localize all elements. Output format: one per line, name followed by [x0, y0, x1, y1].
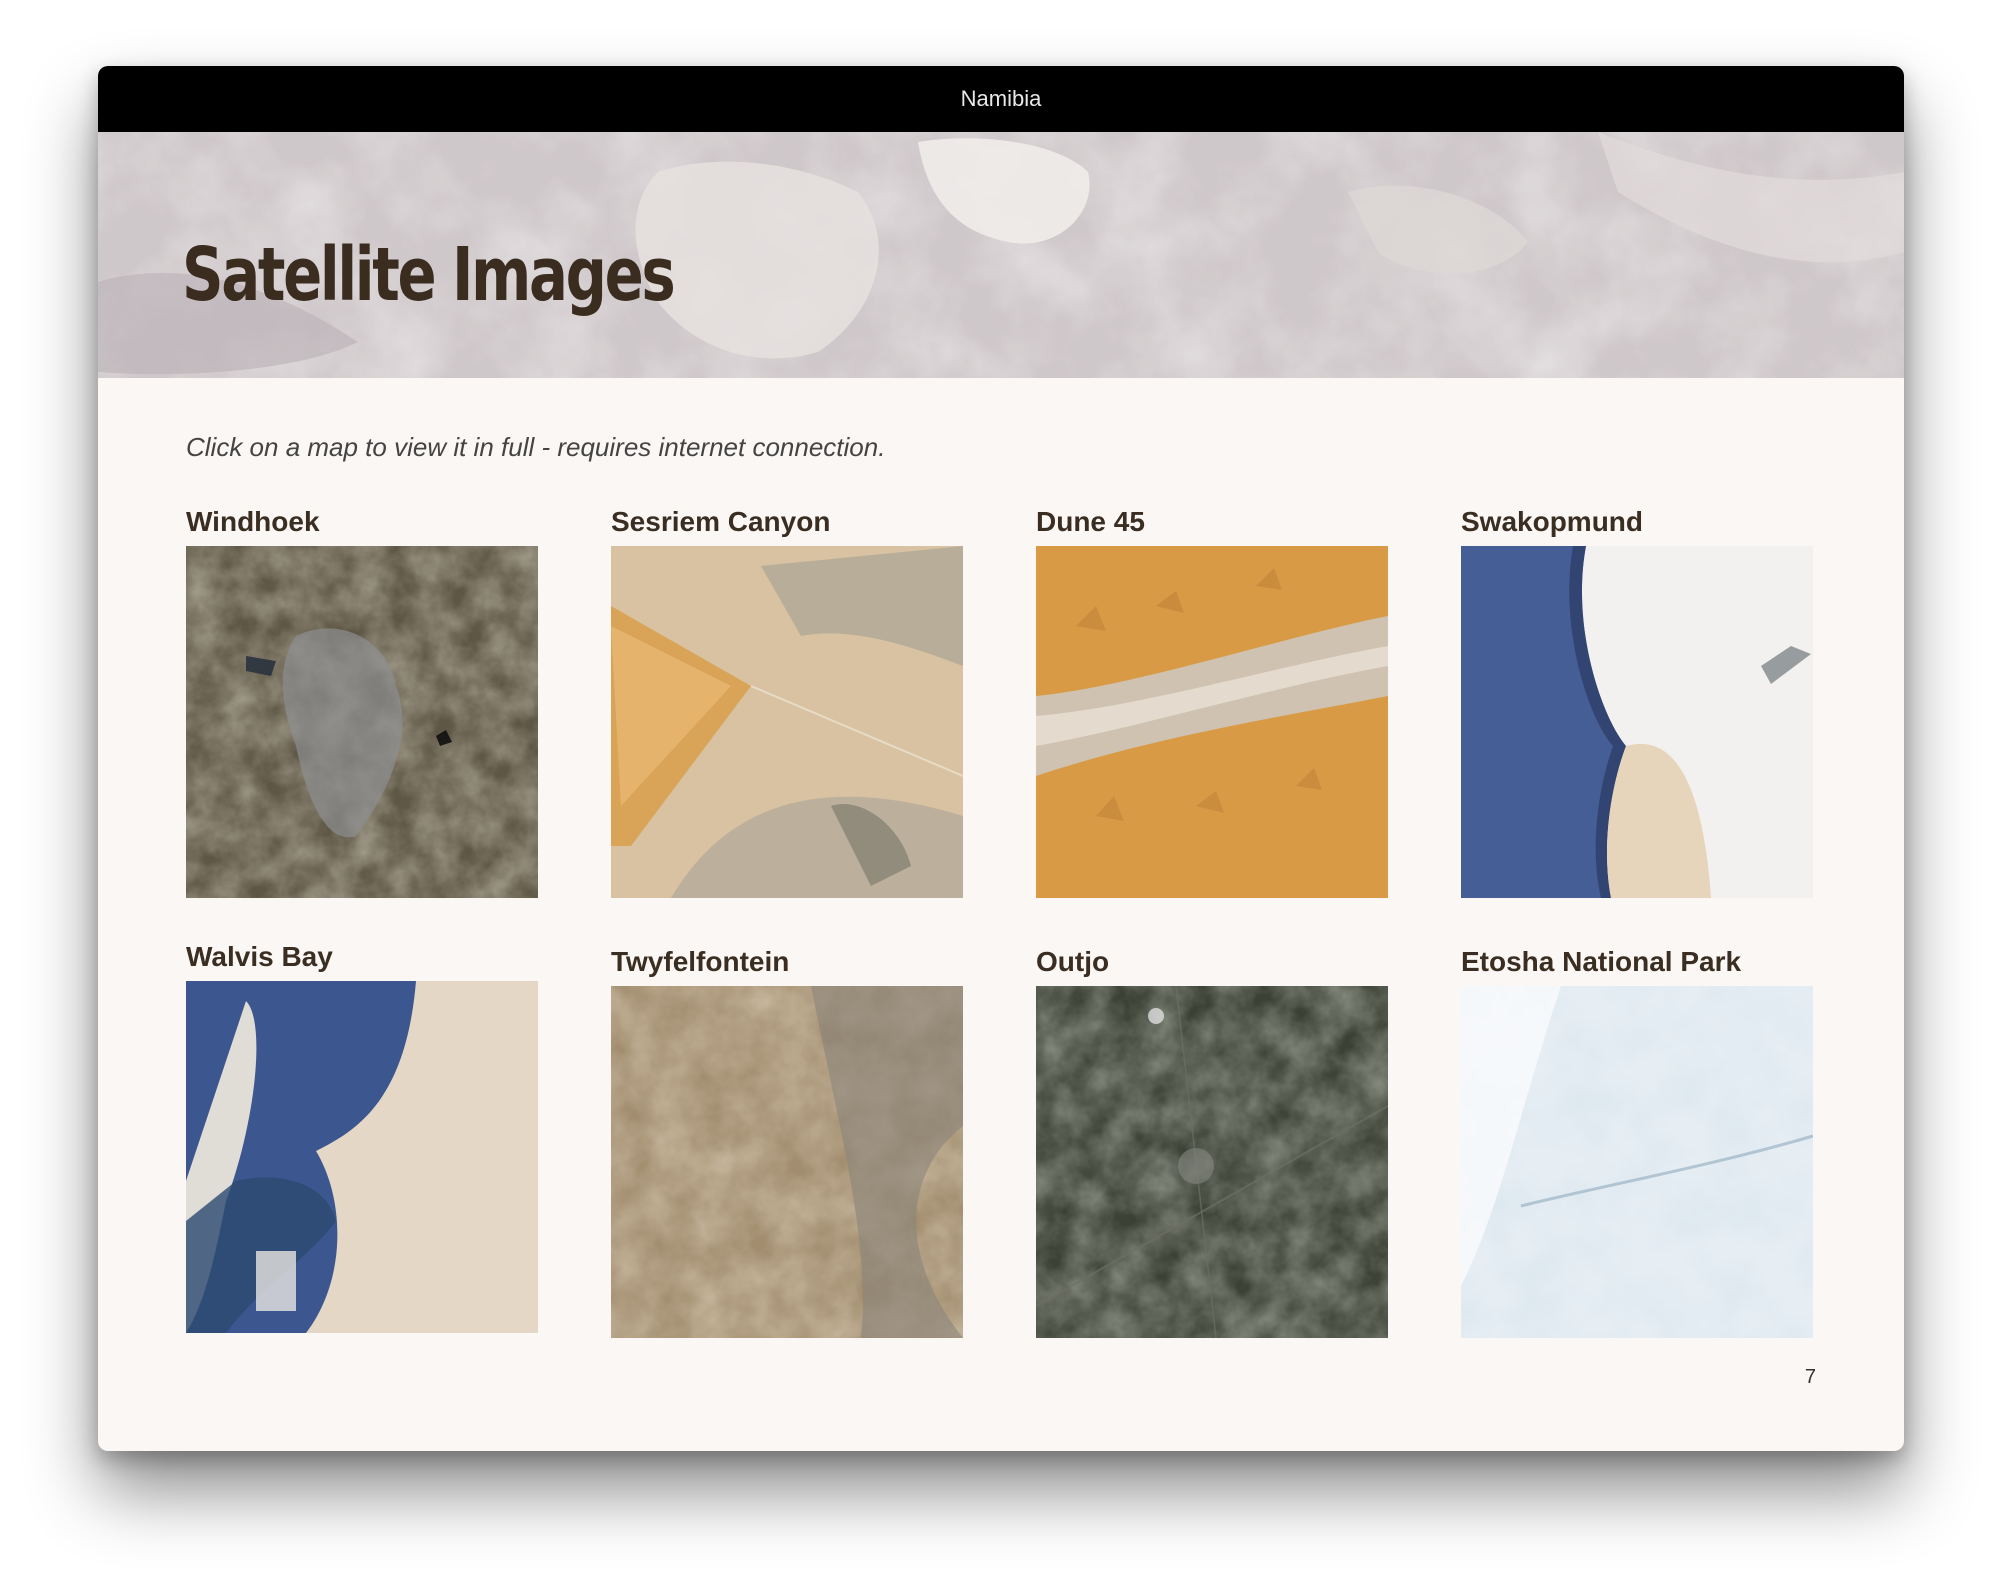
satellite-map-twyfelfontein[interactable]: [611, 986, 963, 1338]
page-number: 7: [1804, 1366, 1816, 1388]
satellite-map-sesriem-canyon[interactable]: [611, 546, 963, 898]
map-tile-etosha-national-park[interactable]: Etosha National Park: [1461, 946, 1813, 1338]
map-label: Etosha National Park: [1461, 946, 1742, 977]
map-label: Sesriem Canyon: [611, 506, 831, 537]
map-label: Dune 45: [1036, 506, 1145, 537]
map-label: Walvis Bay: [186, 941, 333, 972]
instructions-text: Click on a map to view it in full - requ…: [186, 432, 886, 462]
header-banner: Satellite Images: [98, 132, 1904, 378]
satellite-map-outjo[interactable]: [1036, 986, 1388, 1338]
map-tile-twyfelfontein[interactable]: Twyfelfontein: [611, 946, 963, 1338]
satellite-map-dune-45[interactable]: [1036, 546, 1388, 898]
satellite-map-etosha[interactable]: [1461, 986, 1813, 1338]
map-label: Swakopmund: [1461, 506, 1644, 537]
window-title: Namibia: [98, 66, 1904, 132]
map-label: Outjo: [1036, 946, 1110, 977]
page-title: Satellite Images: [182, 232, 676, 318]
satellite-map-walvis-bay[interactable]: [186, 981, 538, 1333]
map-tile-outjo[interactable]: Outjo: [1036, 946, 1388, 1338]
map-tile-windhoek[interactable]: Windhoek: [186, 506, 538, 898]
app-window: Namibia Satellite Images Click on a map …: [98, 66, 1904, 1451]
map-tile-swakopmund[interactable]: Swakopmund: [1461, 506, 1813, 898]
map-tile-sesriem-canyon[interactable]: Sesriem Canyon: [611, 506, 963, 898]
map-tile-walvis-bay[interactable]: Walvis Bay: [186, 941, 538, 1333]
map-label: Twyfelfontein: [611, 946, 790, 977]
satellite-map-windhoek[interactable]: [186, 546, 538, 898]
satellite-map-swakopmund[interactable]: [1461, 546, 1813, 898]
map-tile-dune-45[interactable]: Dune 45: [1036, 506, 1388, 898]
map-label: Windhoek: [186, 506, 320, 537]
